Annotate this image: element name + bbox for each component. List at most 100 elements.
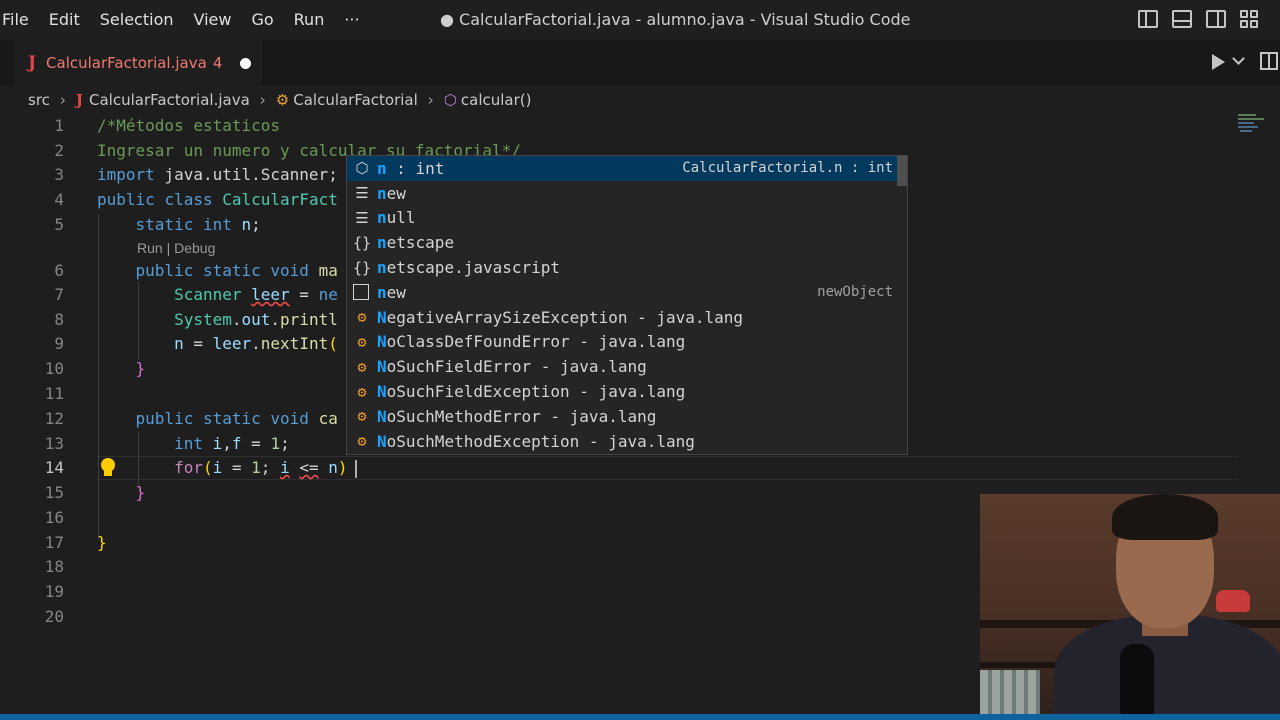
- suggestion-item[interactable]: ⚙ NoSuchMethodError - java.lang: [347, 404, 907, 429]
- split-editor-icon[interactable]: [1260, 52, 1278, 70]
- customize-layout-icon[interactable]: [1240, 10, 1260, 28]
- menu-go[interactable]: Go: [241, 0, 283, 40]
- module-icon: {}: [352, 258, 372, 277]
- suggestion-item[interactable]: ☰ new: [347, 181, 907, 206]
- suggestion-scrollbar[interactable]: [897, 156, 907, 186]
- toggle-secondary-sidebar-icon[interactable]: [1206, 10, 1226, 28]
- line-number: 11: [44, 384, 64, 403]
- menu-more[interactable]: ···: [334, 0, 369, 40]
- class-icon: ⚙: [275, 91, 290, 109]
- code-line-17: }: [97, 533, 107, 552]
- code-line-5: static int n;: [135, 215, 261, 234]
- chevron-right-icon: ›: [259, 91, 266, 109]
- breadcrumb-file[interactable]: CalcularFactorial.java: [89, 91, 250, 109]
- suggestion-item[interactable]: ⚙ NoSuchMethodException - java.lang: [347, 429, 907, 454]
- webcam-overlay: [980, 494, 1280, 720]
- line-number: 1: [54, 116, 64, 135]
- class-icon: ⚙: [357, 332, 367, 351]
- line-number: 8: [54, 310, 64, 329]
- keyword-icon: ☰: [355, 208, 369, 227]
- class-icon: ⚙: [357, 357, 367, 376]
- chevron-right-icon: ›: [427, 91, 434, 109]
- tab-calcularfactorial[interactable]: J CalcularFactorial.java 4: [14, 40, 262, 86]
- snippet-icon: [353, 284, 369, 301]
- code-line-8: System.out.printl: [174, 310, 338, 329]
- keyword-icon: ☰: [355, 184, 369, 203]
- line-number: 3: [54, 165, 64, 184]
- suggestion-item[interactable]: {} netscape: [347, 230, 907, 255]
- line-number: 2: [54, 141, 64, 160]
- method-icon: ⬡: [443, 91, 457, 109]
- code-line-14: for(i = 1; i <= n): [174, 458, 348, 477]
- code-line-15: }: [135, 483, 146, 502]
- line-number: 20: [44, 607, 64, 626]
- menu-selection[interactable]: Selection: [90, 0, 184, 40]
- line-number: 7: [54, 285, 64, 304]
- breadcrumb-folder[interactable]: src: [28, 91, 50, 109]
- suggestion-detail: CalcularFactorial.n : int: [682, 160, 893, 177]
- line-number: 5: [54, 215, 64, 234]
- chevron-right-icon: ›: [59, 91, 66, 109]
- code-line-6: public static void ma: [135, 261, 338, 280]
- suggestion-item[interactable]: ⬡ n : int CalcularFactorial.n : int: [347, 156, 907, 181]
- module-icon: {}: [352, 233, 372, 252]
- line-number: 17: [44, 533, 64, 552]
- suggestion-detail: newObject: [817, 284, 893, 301]
- menu-edit[interactable]: Edit: [39, 0, 90, 40]
- java-file-icon: J: [75, 91, 84, 109]
- line-number: 13: [44, 434, 64, 453]
- problems-count-badge: 4: [212, 54, 223, 72]
- line-number: 18: [44, 557, 64, 576]
- suggestion-item[interactable]: ⚙ NegativeArraySizeException - java.lang: [347, 305, 907, 330]
- line-number: 4: [54, 190, 64, 209]
- breadcrumb-method[interactable]: calcular(): [461, 91, 532, 109]
- suggestion-item[interactable]: ⚙ NoClassDefFoundError - java.lang: [347, 330, 907, 355]
- run-play-icon[interactable]: [1212, 54, 1225, 70]
- menu-file[interactable]: File: [0, 0, 39, 40]
- window-title: ● CalcularFactorial.java - alumno.java -…: [440, 10, 911, 29]
- code-line-13: int i,f = 1;: [174, 434, 290, 453]
- code-line-12: public static void ca: [135, 409, 338, 428]
- line-number: 19: [44, 582, 64, 601]
- suggestion-item[interactable]: {} netscape.javascript: [347, 255, 907, 280]
- editor-tab-bar: J CalcularFactorial.java 4: [0, 40, 1280, 86]
- line-number: 15: [44, 483, 64, 502]
- toggle-primary-sidebar-icon[interactable]: [1138, 10, 1158, 28]
- class-icon: ⚙: [357, 308, 367, 327]
- code-line-1: /*Métodos estaticos: [97, 116, 281, 135]
- code-line-9: n = leer.nextInt(: [174, 334, 338, 353]
- line-number: 16: [44, 508, 64, 527]
- suggestion-item[interactable]: ⚙ NoSuchFieldError - java.lang: [347, 354, 907, 379]
- line-number-current: 14: [44, 458, 64, 477]
- code-line-7: Scanner leer = ne: [174, 285, 338, 304]
- line-number: 10: [44, 359, 64, 378]
- unsaved-dot-icon[interactable]: [240, 57, 252, 69]
- codelens-run-debug[interactable]: Run | Debug: [137, 240, 215, 256]
- code-line-4: public class CalcularFact: [97, 190, 338, 209]
- autocomplete-suggestions: ⬡ n : int CalcularFactorial.n : int ☰ ne…: [346, 155, 908, 455]
- title-bar: File Edit Selection View Go Run ··· ● Ca…: [0, 0, 1280, 40]
- class-icon: ⚙: [357, 432, 367, 451]
- class-icon: ⚙: [357, 407, 367, 426]
- class-icon: ⚙: [357, 382, 367, 401]
- breadcrumb: src › J CalcularFactorial.java › ⚙ Calcu…: [28, 86, 532, 114]
- suggestion-item[interactable]: ⚙ NoSuchFieldException - java.lang: [347, 379, 907, 404]
- suggestion-item[interactable]: new newObject: [347, 280, 907, 305]
- java-file-icon: J: [28, 53, 37, 73]
- menu-run[interactable]: Run: [284, 0, 335, 40]
- line-number: 12: [44, 409, 64, 428]
- suggestion-item[interactable]: ☰ null: [347, 206, 907, 231]
- code-line-10: }: [135, 359, 146, 378]
- menu-view[interactable]: View: [184, 0, 242, 40]
- minimap[interactable]: [1236, 112, 1266, 136]
- toggle-panel-icon[interactable]: [1172, 10, 1192, 28]
- status-bar: [0, 714, 1280, 720]
- breadcrumb-class[interactable]: CalcularFactorial: [293, 91, 418, 109]
- tab-label: CalcularFactorial.java: [46, 54, 207, 72]
- layout-controls: [1138, 10, 1260, 28]
- code-line-3: import java.util.Scanner;: [97, 165, 338, 184]
- field-icon: ⬡: [355, 159, 369, 178]
- line-number: 6: [54, 261, 64, 280]
- text-cursor: [355, 460, 357, 478]
- microphone-icon: [1120, 644, 1154, 720]
